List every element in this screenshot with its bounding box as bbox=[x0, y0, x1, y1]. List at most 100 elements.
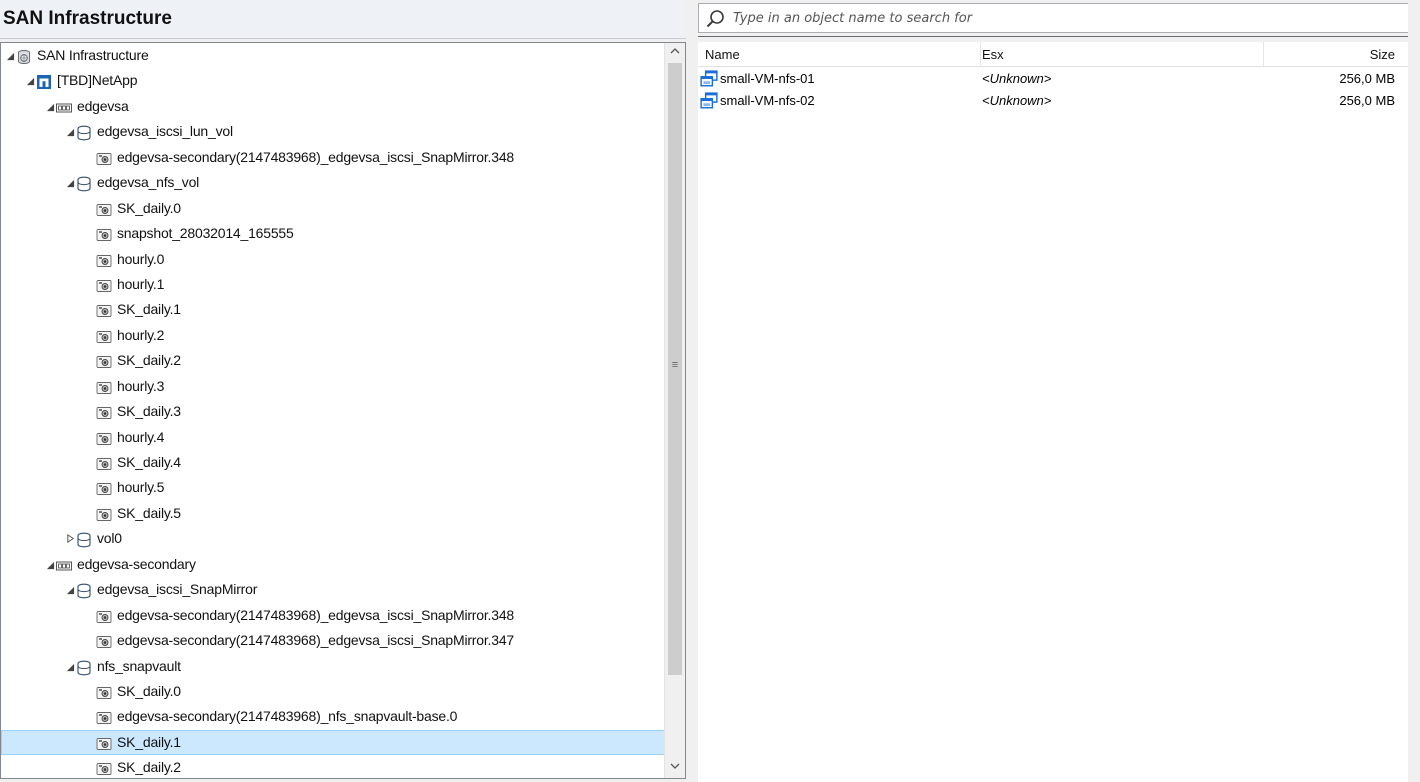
tree-node-label: edgevsa_iscsi_lun_vol bbox=[97, 123, 233, 140]
tree-node-label: vol0 bbox=[97, 530, 122, 547]
tree-node[interactable]: vol0 bbox=[1, 526, 665, 551]
tree-node[interactable]: edgevsa-secondary(2147483968)_edgevsa_is… bbox=[1, 628, 665, 653]
tree-node-label: SK_daily.1 bbox=[117, 733, 181, 750]
column-header-name[interactable]: Name bbox=[698, 42, 981, 66]
tree-expander[interactable] bbox=[25, 68, 35, 93]
table-row[interactable]: small-VM-nfs-02 <Unknown> 256,0 MB bbox=[698, 90, 1408, 112]
tree-node[interactable]: SK_daily.2 bbox=[1, 348, 665, 373]
tree-node-label: edgevsa-secondary bbox=[77, 555, 196, 572]
grid-header: Name Esx Size bbox=[698, 42, 1408, 67]
tree-node-icon bbox=[96, 480, 112, 496]
snapshot-icon bbox=[96, 737, 112, 750]
tree-expander[interactable] bbox=[65, 119, 75, 144]
tree-node-label: edgevsa-secondary(2147483968)_edgevsa_is… bbox=[117, 632, 514, 649]
tree-node[interactable]: hourly.0 bbox=[1, 247, 665, 272]
tree-node[interactable]: hourly.3 bbox=[1, 374, 665, 399]
tree-node-label: SK_daily.5 bbox=[117, 504, 181, 521]
tree-node[interactable]: SK_daily.0 bbox=[1, 679, 665, 704]
tree-node[interactable]: hourly.2 bbox=[1, 323, 665, 348]
tree-node-icon bbox=[76, 124, 92, 141]
snapshot-icon bbox=[96, 356, 112, 369]
search-box[interactable] bbox=[698, 3, 1408, 33]
tree-node-icon bbox=[96, 150, 112, 166]
tree-node-icon bbox=[96, 684, 112, 700]
tree-node[interactable]: hourly.4 bbox=[1, 425, 665, 450]
tree-node-icon bbox=[76, 175, 92, 192]
expanded-triangle-icon bbox=[66, 663, 74, 671]
snapshot-icon bbox=[96, 432, 112, 445]
tree-node-icon bbox=[96, 252, 112, 268]
size-cell: 256,0 MB bbox=[1339, 93, 1395, 108]
chevron-down-icon bbox=[670, 763, 680, 769]
tree-node[interactable]: edgevsa_nfs_vol bbox=[1, 170, 665, 195]
tree-node-icon bbox=[56, 557, 72, 573]
tree-node-label: SK_daily.2 bbox=[117, 352, 181, 369]
volume-icon bbox=[77, 660, 91, 675]
tree-node[interactable]: SK_daily.1 bbox=[1, 297, 665, 322]
snapshot-icon bbox=[96, 330, 112, 343]
tree-expander[interactable] bbox=[65, 526, 75, 551]
tree-node[interactable]: edgevsa-secondary(2147483968)_edgevsa_is… bbox=[1, 603, 665, 628]
snapshot-icon bbox=[96, 407, 112, 420]
snapshot-icon bbox=[96, 203, 112, 216]
tree-node[interactable]: edgevsa-secondary(2147483968)_edgevsa_is… bbox=[1, 145, 665, 170]
tree-node[interactable]: SK_daily.5 bbox=[1, 501, 665, 526]
tree-node-label: edgevsa_iscsi_SnapMirror bbox=[97, 581, 258, 598]
snapshot-icon bbox=[96, 305, 112, 318]
table-row[interactable]: small-VM-nfs-01 <Unknown> 256,0 MB bbox=[698, 68, 1408, 90]
tree-node-label: hourly.5 bbox=[117, 479, 165, 496]
tree-expander[interactable] bbox=[45, 94, 55, 119]
scroll-thumb[interactable]: ≡ bbox=[668, 63, 682, 675]
esx-cell: <Unknown> bbox=[982, 71, 1052, 86]
tree-node[interactable]: SAN Infrastructure bbox=[1, 43, 665, 68]
tree-node-icon bbox=[96, 760, 112, 776]
tree-node[interactable]: SK_daily.3 bbox=[1, 399, 665, 424]
tree-node[interactable]: SK_daily.1 bbox=[1, 729, 665, 756]
tree-expander[interactable] bbox=[45, 552, 55, 577]
search-input[interactable] bbox=[733, 8, 1393, 28]
tree-node[interactable]: hourly.1 bbox=[1, 272, 665, 297]
expanded-triangle-icon bbox=[46, 561, 54, 569]
tree-node-icon bbox=[96, 379, 112, 395]
vm-grid: Name Esx Size small-VM-nfs-01 <Unknown> 25… bbox=[698, 42, 1408, 782]
scroll-up-button[interactable] bbox=[665, 43, 685, 63]
tree-node[interactable]: nfs_snapvault bbox=[1, 654, 665, 679]
tree-node-icon bbox=[76, 659, 92, 675]
tree-node[interactable]: edgevsa bbox=[1, 94, 665, 119]
database-globe-icon bbox=[18, 50, 30, 64]
tree-expander[interactable] bbox=[65, 577, 75, 602]
snapshot-icon bbox=[96, 381, 112, 394]
expanded-triangle-icon bbox=[66, 129, 74, 137]
tree-node[interactable]: edgevsa-secondary(2147483968)_nfs_snapva… bbox=[1, 704, 665, 729]
tree-node[interactable]: SK_daily.2 bbox=[1, 755, 665, 778]
tree-node[interactable]: SK_daily.4 bbox=[1, 450, 665, 475]
tree-node-icon bbox=[96, 633, 112, 649]
tree-node-icon bbox=[96, 404, 112, 420]
storage-server-icon bbox=[56, 103, 72, 113]
column-header-size[interactable]: Size bbox=[1264, 42, 1398, 66]
tree-expander[interactable] bbox=[5, 43, 15, 68]
tree-expander[interactable] bbox=[65, 654, 75, 679]
tree-node-icon bbox=[96, 735, 112, 751]
tree-node-label: SK_daily.0 bbox=[117, 199, 181, 216]
tree-node[interactable]: edgevsa_iscsi_SnapMirror bbox=[1, 577, 665, 602]
tree-node[interactable]: snapshot_28032014_165555 bbox=[1, 221, 665, 246]
scroll-down-button[interactable] bbox=[665, 758, 685, 778]
vm-name-cell: small-VM-nfs-01 bbox=[720, 71, 815, 86]
tree-node-icon bbox=[16, 48, 32, 64]
expanded-triangle-icon bbox=[26, 78, 34, 86]
tree-node[interactable]: hourly.5 bbox=[1, 475, 665, 500]
storage-server-icon bbox=[56, 561, 72, 571]
volume-icon bbox=[77, 176, 91, 192]
tree-expander[interactable] bbox=[65, 170, 75, 195]
tree-node-icon bbox=[96, 506, 112, 522]
tree-node[interactable]: edgevsa_iscsi_lun_vol bbox=[1, 119, 665, 144]
tree-view[interactable]: SAN Infrastructure [TBD]NetApp edgevsa edge… bbox=[0, 42, 686, 779]
vm-name-cell: small-VM-nfs-02 bbox=[720, 93, 815, 108]
column-header-esx[interactable]: Esx bbox=[981, 42, 1264, 66]
tree-node-icon bbox=[96, 608, 112, 624]
tree-node[interactable]: [TBD]NetApp bbox=[1, 68, 665, 93]
tree-node[interactable]: edgevsa-secondary bbox=[1, 552, 665, 577]
vertical-scrollbar[interactable]: ≡ bbox=[664, 43, 685, 778]
tree-node[interactable]: SK_daily.0 bbox=[1, 196, 665, 221]
